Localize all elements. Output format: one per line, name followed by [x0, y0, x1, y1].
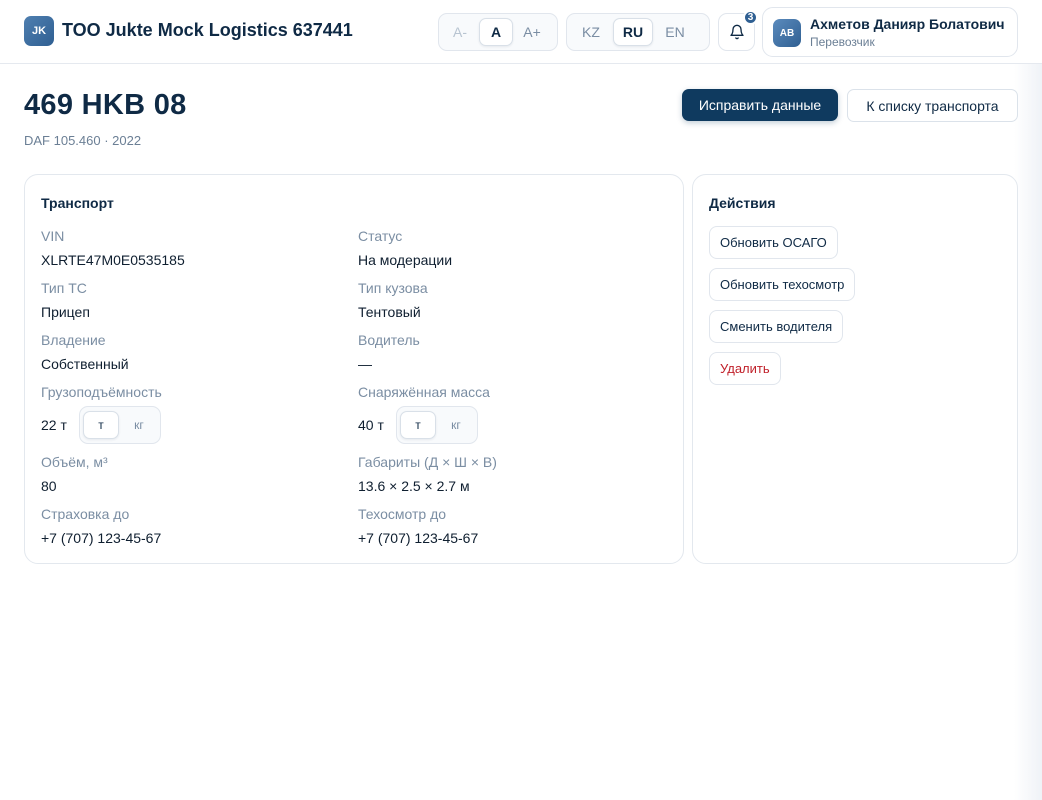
- ownership-label: Владение: [41, 332, 106, 348]
- body-type-value: Тентовый: [358, 304, 421, 320]
- lang-kz-button[interactable]: KZ: [571, 18, 611, 46]
- capacity-unit-toggle: т кг: [79, 406, 161, 444]
- notifications-count-badge: 3: [743, 10, 758, 25]
- inspection-label: Техосмотр до: [358, 506, 447, 522]
- top-header: JK TOO Jukte Mock Logistics 637441 A- A …: [0, 0, 1042, 64]
- vehicle-subtitle: DAF 105.460 · 2022: [24, 133, 142, 148]
- lang-en-button[interactable]: EN: [655, 18, 695, 46]
- curb-weight-unit-t[interactable]: т: [400, 411, 436, 439]
- insurance-label: Страховка до: [41, 506, 130, 522]
- actions-card: Действия Обновить ОСАГО Обновить техосмо…: [692, 174, 1018, 564]
- transport-card: Транспорт VIN XLRTE47M0E0535185 Статус Н…: [24, 174, 684, 564]
- driver-label: Водитель: [358, 332, 420, 348]
- vin-label: VIN: [41, 228, 65, 244]
- transport-card-title: Транспорт: [41, 195, 114, 211]
- curb-weight-label: Снаряжённая масса: [358, 384, 490, 400]
- volume-value: 80: [41, 478, 57, 494]
- capacity-unit-kg[interactable]: кг: [121, 411, 157, 439]
- avatar: AB: [773, 19, 801, 47]
- inspection-value: +7 (707) 123-45-67: [358, 530, 479, 546]
- insurance-value: +7 (707) 123-45-67: [41, 530, 162, 546]
- driver-value: —: [358, 356, 372, 372]
- back-to-list-button[interactable]: К списку транспорта: [847, 89, 1018, 122]
- company-title: TOO Jukte Mock Logistics 637441: [62, 20, 353, 40]
- capacity-unit-t[interactable]: т: [83, 411, 119, 439]
- font-normal-button[interactable]: A: [479, 18, 513, 46]
- font-decrease-button[interactable]: A-: [443, 18, 477, 46]
- company-logo: JK: [24, 16, 54, 46]
- volume-label: Объём, м³: [41, 454, 108, 470]
- notifications-button[interactable]: 3: [718, 10, 758, 51]
- curb-weight-unit-toggle: т кг: [396, 406, 478, 444]
- lang-ru-button[interactable]: RU: [613, 18, 653, 46]
- vin-value: XLRTE47M0E0535185: [41, 252, 185, 268]
- user-role: Перевозчик: [810, 35, 875, 49]
- dimensions-label: Габариты (Д × Ш × В): [358, 454, 497, 470]
- update-osago-button[interactable]: Обновить ОСАГО: [709, 226, 838, 259]
- curb-weight-value: 40 т: [358, 417, 384, 433]
- vehicle-type-label: Тип ТС: [41, 280, 87, 296]
- curb-weight-unit-kg[interactable]: кг: [438, 411, 474, 439]
- user-menu[interactable]: AB Ахметов Данияр Болатович Перевозчик: [762, 7, 1018, 57]
- capacity-value: 22 т: [41, 417, 67, 433]
- delete-button[interactable]: Удалить: [709, 352, 781, 385]
- language-switcher: KZ RU EN: [566, 13, 710, 51]
- user-name: Ахметов Данияр Болатович: [810, 16, 1005, 32]
- bell-icon: [729, 24, 744, 40]
- capacity-label: Грузоподъёмность: [41, 384, 162, 400]
- dimensions-value: 13.6 × 2.5 × 2.7 м: [358, 478, 470, 494]
- actions-card-title: Действия: [709, 195, 776, 211]
- edit-data-button[interactable]: Исправить данные: [682, 89, 838, 121]
- status-label: Статус: [358, 228, 403, 244]
- vehicle-type-value: Прицеп: [41, 304, 90, 320]
- status-value: На модерации: [358, 252, 453, 268]
- body-type-label: Тип кузова: [358, 280, 428, 296]
- ownership-value: Собственный: [41, 356, 129, 372]
- font-increase-button[interactable]: A+: [515, 18, 549, 46]
- font-size-switcher: A- A A+: [438, 13, 558, 51]
- page-edge-shadow: [1014, 64, 1042, 800]
- change-driver-button[interactable]: Сменить водителя: [709, 310, 844, 343]
- update-inspection-button[interactable]: Обновить техосмотр: [709, 268, 856, 301]
- page-title: 469 HKB 08: [24, 89, 187, 121]
